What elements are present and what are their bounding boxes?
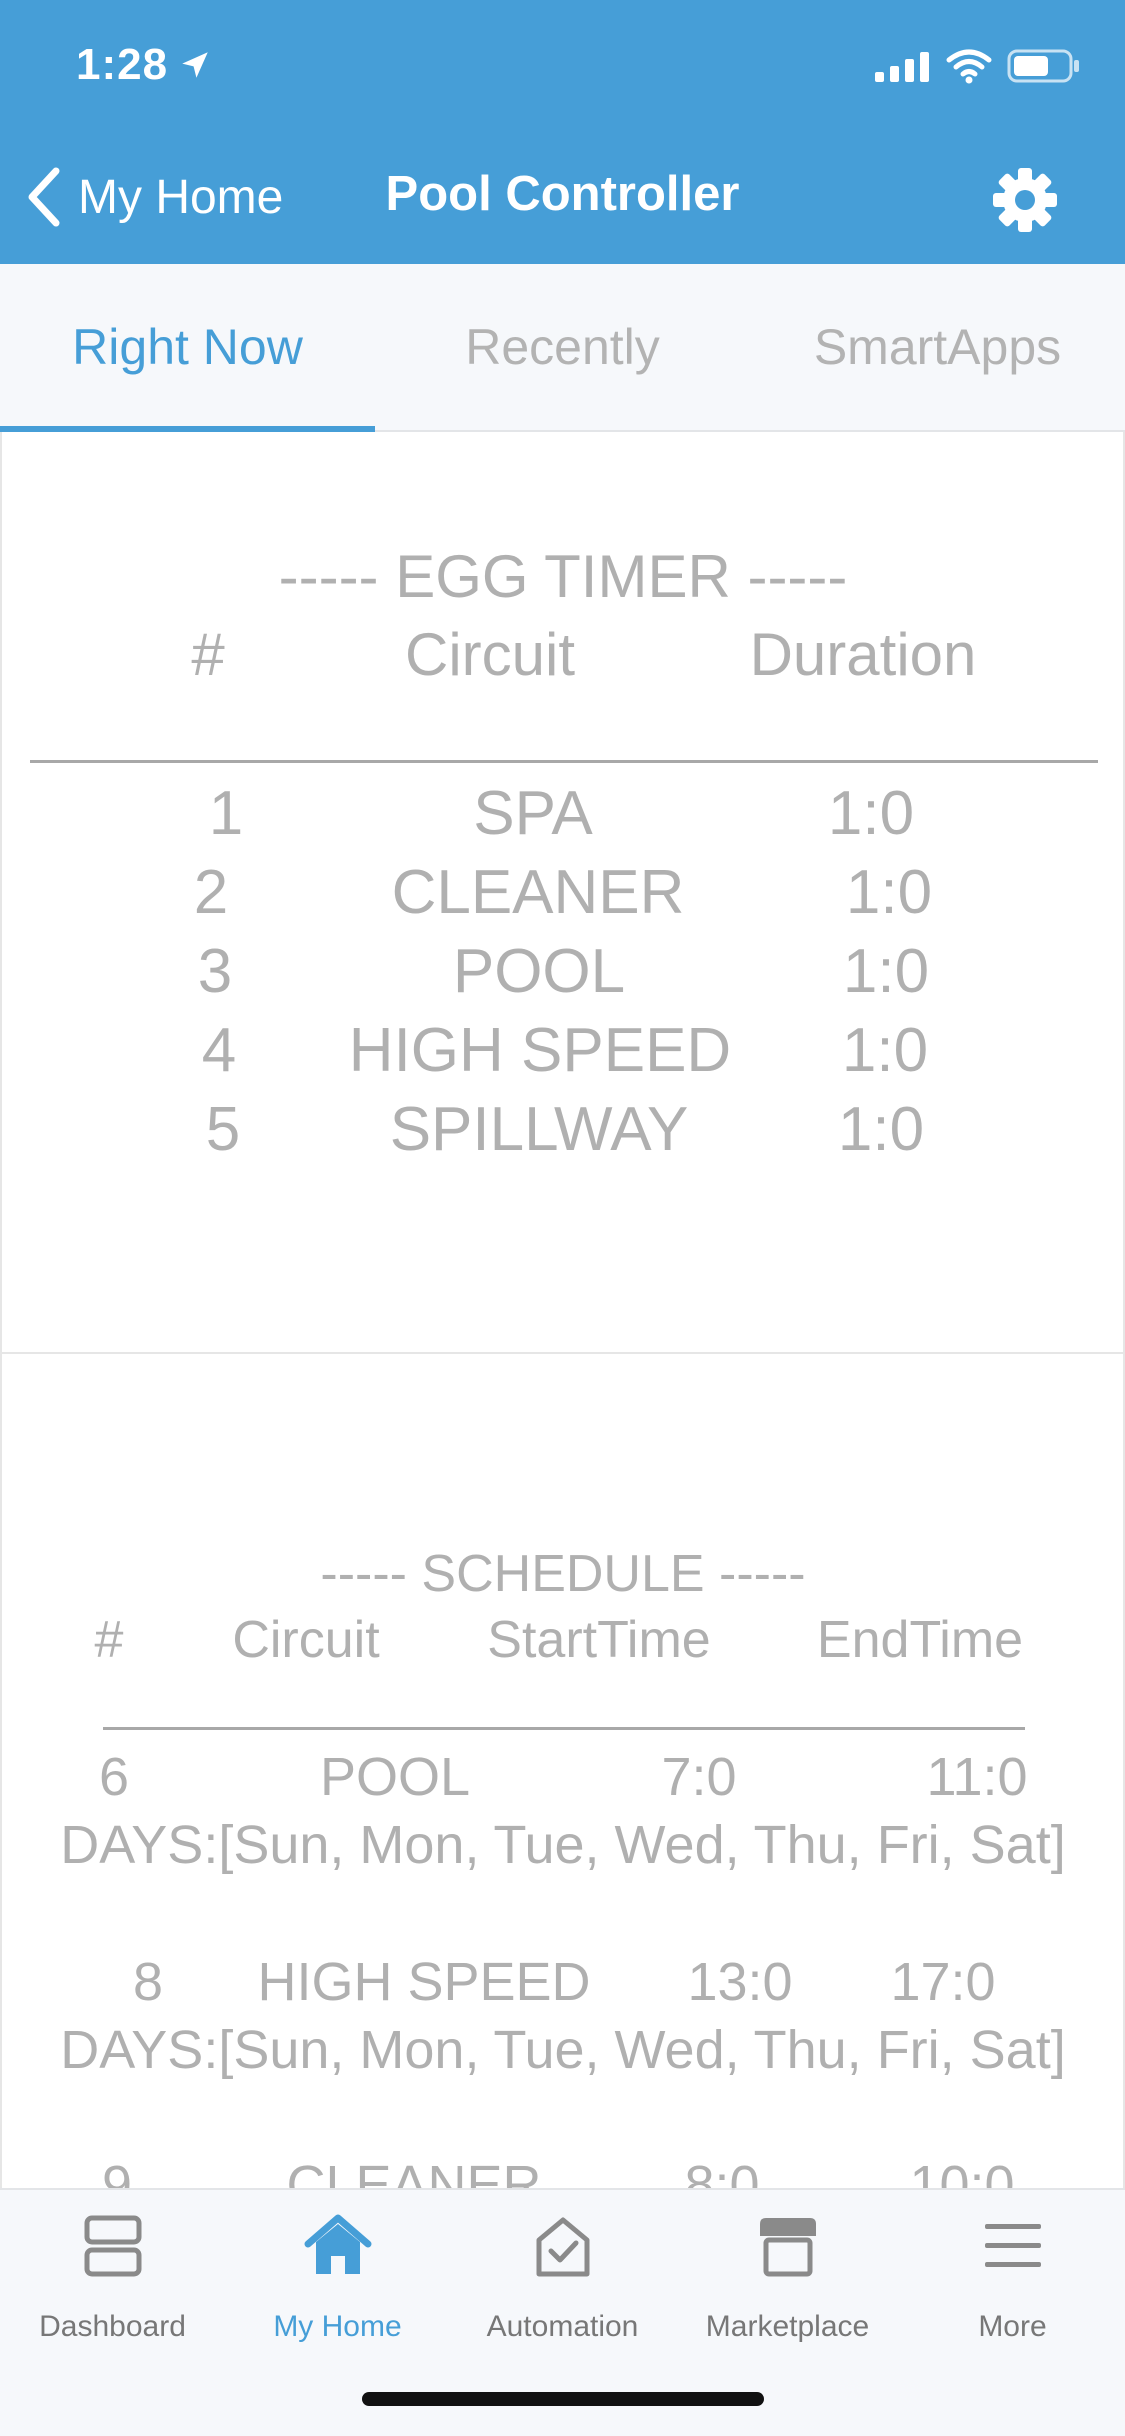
automation-icon bbox=[536, 2217, 589, 2277]
segment-tabs: Right Now Recently SmartApps bbox=[0, 264, 1125, 432]
page-title: Pool Controller bbox=[385, 167, 740, 221]
status-indicators bbox=[875, 48, 1081, 84]
schedule-row-1-end: 11:0 bbox=[926, 1747, 1028, 1807]
schedule-row-2-end: 17:0 bbox=[890, 1952, 996, 2012]
screen: 1:28 My Home Pool Controller Right Now R… bbox=[0, 0, 1125, 2436]
schedule-row-2-num: 8 bbox=[132, 1952, 164, 2012]
egg-row-4-num: 4 bbox=[201, 1016, 237, 1085]
egg-row-4-circuit: HIGH SPEED bbox=[348, 1016, 732, 1085]
schedule-row-1-circuit: POOL bbox=[319, 1747, 471, 1807]
back-button-label: My Home bbox=[78, 170, 284, 224]
egg-row-3-duration: 1:0 bbox=[842, 937, 930, 1006]
egg-timer-divider bbox=[30, 760, 1098, 763]
status-time-label: 1:28 bbox=[76, 40, 169, 89]
egg-row-2-circuit: CLEANER bbox=[391, 858, 685, 927]
egg-row-4-duration: 1:0 bbox=[841, 1016, 929, 1085]
schedule-row-1-num: 6 bbox=[98, 1747, 130, 1807]
wifi-icon bbox=[946, 49, 992, 84]
egg-timer-tile[interactable]: ----- EGG TIMER ----- # Circuit Duration… bbox=[0, 432, 1125, 1354]
marketplace-icon bbox=[759, 2218, 816, 2277]
gear-icon[interactable] bbox=[991, 166, 1059, 234]
schedule-row-1-days: DAYS:[Sun, Mon, Tue, Wed, Thu, Fri, Sat] bbox=[60, 1815, 1066, 1875]
bottom-tab-more-label: More bbox=[978, 2310, 1047, 2343]
chevron-left-icon bbox=[28, 167, 60, 227]
tab-right-now[interactable]: Right Now bbox=[0, 264, 375, 432]
bottom-tab-my-home-label: My Home bbox=[273, 2310, 402, 2343]
schedule-row-3-end: 10:0 bbox=[909, 2155, 1015, 2189]
schedule-row-1-start: 7:0 bbox=[661, 1747, 737, 1807]
schedule-row-3-circuit: CLEANER bbox=[286, 2155, 542, 2189]
schedule-row-3-start: 8:0 bbox=[684, 2155, 760, 2189]
schedule-col-end: EndTime bbox=[816, 1611, 1024, 1669]
bottom-tab-dashboard[interactable]: Dashboard bbox=[0, 2210, 225, 2344]
schedule-col-start: StartTime bbox=[487, 1611, 711, 1669]
tab-recently[interactable]: Recently bbox=[375, 264, 750, 430]
home-indicator[interactable] bbox=[362, 2392, 764, 2406]
status-time: 1:28 bbox=[76, 40, 212, 90]
bottom-tab-automation[interactable]: Automation bbox=[450, 2210, 675, 2344]
bottom-tab-automation-label: Automation bbox=[486, 2310, 639, 2343]
egg-row-5-circuit: SPILLWAY bbox=[389, 1095, 689, 1164]
bottom-tab-dashboard-label: Dashboard bbox=[39, 2310, 186, 2343]
egg-row-1-circuit: SPA bbox=[473, 779, 593, 848]
schedule-col-circuit: Circuit bbox=[232, 1611, 380, 1669]
schedule-heading: ----- SCHEDULE ----- bbox=[320, 1545, 806, 1603]
egg-timer-col-duration: Duration bbox=[749, 621, 977, 688]
schedule-row-3-num: 9 bbox=[101, 2155, 133, 2189]
schedule-row-2-circuit: HIGH SPEED bbox=[257, 1952, 591, 2012]
home-icon bbox=[304, 2214, 371, 2274]
egg-row-2-duration: 1:0 bbox=[845, 858, 933, 927]
battery-icon bbox=[1007, 49, 1079, 83]
menu-icon bbox=[984, 2224, 1041, 2267]
bottom-tab-marketplace[interactable]: Marketplace bbox=[675, 2210, 900, 2344]
dashboard-icon bbox=[84, 2215, 141, 2277]
schedule-row-2-days: DAYS:[Sun, Mon, Tue, Wed, Thu, Fri, Sat] bbox=[60, 2020, 1066, 2080]
back-button[interactable]: My Home bbox=[24, 162, 283, 232]
bottom-tab-my-home[interactable]: My Home bbox=[225, 2210, 450, 2344]
egg-row-3-num: 3 bbox=[197, 937, 233, 1006]
schedule-col-num: # bbox=[94, 1611, 124, 1669]
location-arrow-icon bbox=[182, 52, 208, 78]
bottom-tab-more[interactable]: More bbox=[900, 2210, 1125, 2344]
egg-row-5-num: 5 bbox=[205, 1095, 241, 1164]
egg-row-5-duration: 1:0 bbox=[837, 1095, 925, 1164]
egg-timer-heading: ----- EGG TIMER ----- bbox=[278, 543, 848, 610]
tab-smartapps[interactable]: SmartApps bbox=[750, 264, 1125, 430]
schedule-row-2-start: 13:0 bbox=[687, 1952, 793, 2012]
egg-timer-col-num: # bbox=[191, 621, 225, 688]
egg-row-2-num: 2 bbox=[193, 858, 229, 927]
cellular-signal-icon bbox=[875, 52, 929, 82]
egg-row-3-circuit: POOL bbox=[452, 937, 626, 1006]
header: 1:28 My Home Pool Controller bbox=[0, 0, 1125, 264]
schedule-divider bbox=[103, 1727, 1025, 1730]
egg-row-1-num: 1 bbox=[208, 779, 244, 848]
schedule-tile[interactable]: ----- SCHEDULE ----- # Circuit StartTime… bbox=[0, 1354, 1125, 2189]
egg-timer-col-circuit: Circuit bbox=[404, 621, 576, 688]
egg-row-1-duration: 1:0 bbox=[827, 779, 915, 848]
bottom-tab-marketplace-label: Marketplace bbox=[705, 2310, 870, 2343]
